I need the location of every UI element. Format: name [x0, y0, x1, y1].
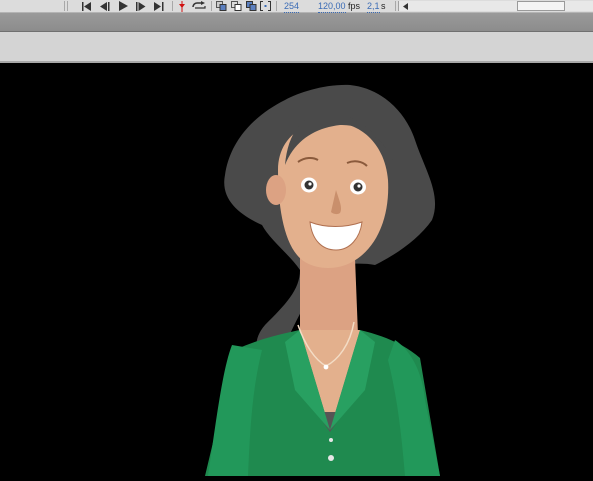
- shirt-button: [328, 455, 334, 461]
- timeline-control-bar: 254 120,00 fps 2,1 s: [0, 0, 593, 13]
- edit-multiple-frames-icon[interactable]: [245, 0, 257, 12]
- toolbar-divider: [395, 1, 396, 11]
- edit-bar: [0, 32, 593, 63]
- step-forward-icon[interactable]: [134, 0, 148, 12]
- step-back-icon[interactable]: [98, 0, 112, 12]
- frame-rate-field[interactable]: 120,00: [318, 0, 346, 13]
- layer-header-band: [0, 13, 593, 32]
- toolbar-divider: [211, 1, 212, 11]
- current-frame-field[interactable]: 254: [284, 0, 300, 13]
- scrollbar-thumb[interactable]: [517, 1, 565, 11]
- frame-rate-unit: fps: [348, 1, 361, 11]
- go-to-last-frame-icon[interactable]: [152, 0, 166, 12]
- scroll-left-arrow-icon[interactable]: [401, 1, 409, 11]
- elapsed-time-field[interactable]: 2,1: [367, 0, 380, 13]
- timeline-scrollbar[interactable]: [398, 1, 593, 11]
- loop-icon[interactable]: [190, 0, 208, 12]
- necklace-pendant: [323, 364, 329, 370]
- ear: [266, 175, 286, 205]
- go-to-first-frame-icon[interactable]: [80, 0, 94, 12]
- grip-separator: [64, 1, 65, 11]
- center-frame-icon[interactable]: [177, 0, 187, 12]
- shirt-button: [329, 438, 333, 442]
- elapsed-time-unit: s: [381, 1, 386, 11]
- stage-canvas[interactable]: [0, 63, 593, 476]
- grip-separator: [67, 1, 68, 11]
- toolbar-divider: [172, 1, 173, 11]
- character-illustration: [205, 84, 440, 476]
- onion-skin-outlines-icon[interactable]: [230, 0, 242, 12]
- modify-onion-markers-icon[interactable]: [259, 0, 271, 12]
- play-icon[interactable]: [116, 0, 130, 12]
- onion-skin-icon[interactable]: [215, 0, 227, 12]
- toolbar-divider: [276, 1, 277, 11]
